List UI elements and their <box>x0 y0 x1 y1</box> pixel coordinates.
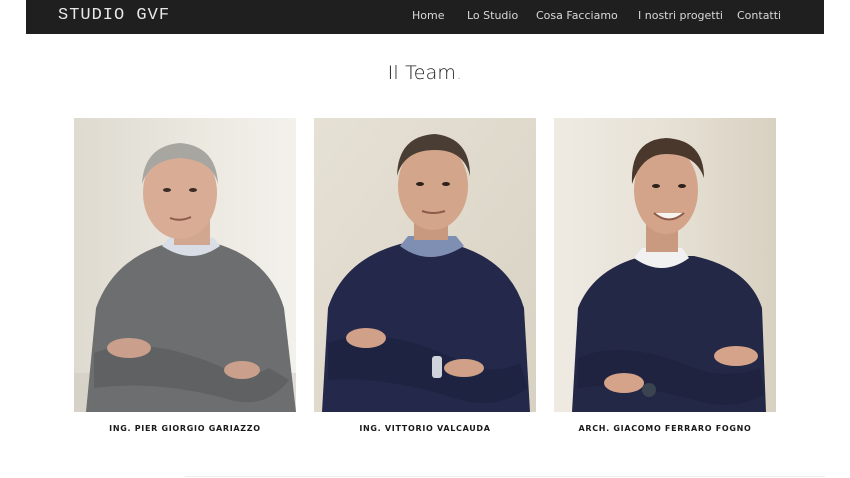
nav-link-progetti[interactable]: I nostri progetti <box>638 9 723 22</box>
site-logo[interactable]: STUDIO GVF <box>58 6 170 25</box>
nav-link-cosa-facciamo[interactable]: Cosa Facciamo <box>536 9 618 22</box>
portrait-illustration <box>554 118 776 412</box>
team-card: ARCH. GIACOMO FERRARO FOGNO <box>554 118 776 433</box>
top-navbar: STUDIO GVF Home Lo Studio Cosa Facciamo … <box>26 0 824 34</box>
team-member-photo <box>74 118 296 412</box>
team-card: ING. PIER GIORGIO GARIAZZO <box>74 118 296 433</box>
nav-link-home[interactable]: Home <box>412 9 444 22</box>
team-member-photo <box>314 118 536 412</box>
nav-link-contatti[interactable]: Contatti <box>737 9 781 22</box>
team-member-photo <box>554 118 776 412</box>
portrait-illustration <box>74 118 296 412</box>
team-member-name: ARCH. GIACOMO FERRARO FOGNO <box>578 424 752 433</box>
team-card: ING. VITTORIO VALCAUDA <box>314 118 536 433</box>
portrait-illustration <box>314 118 536 412</box>
team-member-name: ING. VITTORIO VALCAUDA <box>359 424 491 433</box>
team-member-name: ING. PIER GIORGIO GARIAZZO <box>109 424 261 433</box>
team-title-dot: . <box>456 62 463 84</box>
section-divider <box>185 476 825 477</box>
team-title-text: Il Team <box>387 62 457 84</box>
nav-link-lo-studio[interactable]: Lo Studio <box>467 9 518 22</box>
team-section-title: Il Team. <box>0 62 850 84</box>
